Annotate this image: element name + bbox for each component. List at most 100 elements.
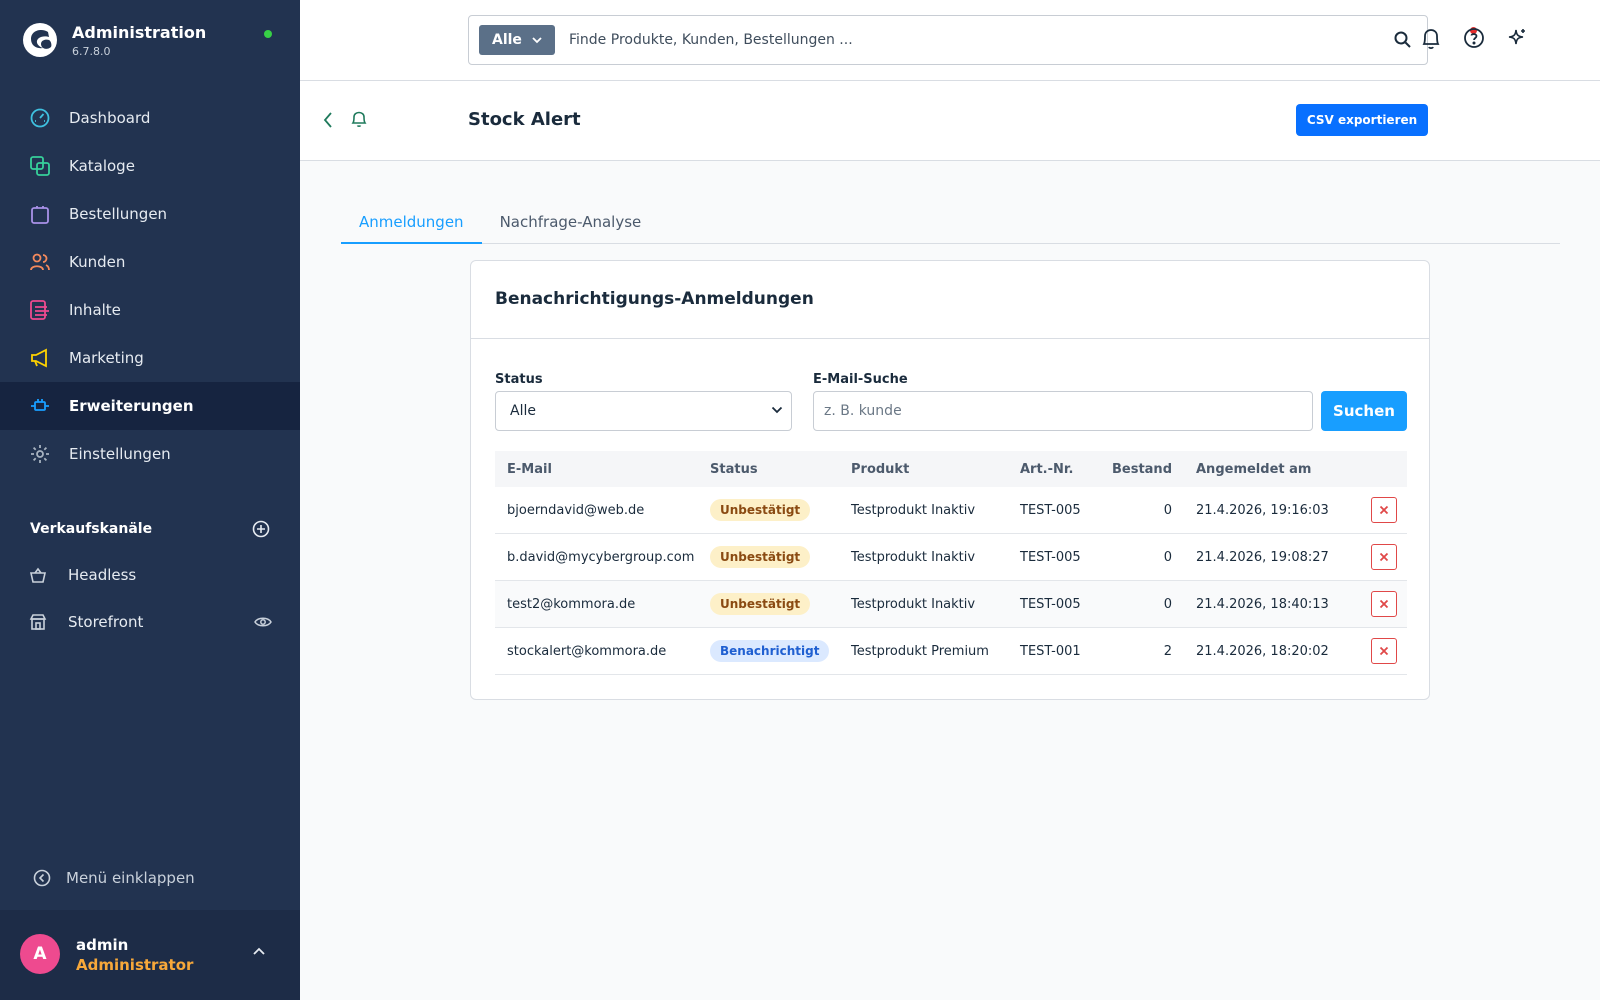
help-icon[interactable]: [1463, 27, 1485, 49]
cell-product: Testprodukt Premium: [851, 643, 989, 659]
chevron-down-icon: [771, 406, 783, 414]
sidebar-item-erweiterungen[interactable]: Erweiterungen: [0, 382, 300, 430]
sparkles-icon[interactable]: [1506, 27, 1528, 49]
table-row: stockalert@kommora.de Benachrichtigt Tes…: [495, 628, 1407, 675]
search-scope-label: Alle: [492, 32, 522, 48]
user-menu[interactable]: A admin Administrator: [0, 910, 300, 1000]
search-input[interactable]: [569, 26, 1349, 54]
global-search: Alle: [468, 15, 1428, 65]
cell-email: test2@kommora.de: [507, 596, 636, 612]
column-header-status[interactable]: Status: [710, 462, 851, 477]
shopware-logo-icon: [23, 23, 57, 57]
cell-stock: 2: [1163, 643, 1172, 659]
user-name: admin: [76, 936, 129, 954]
sidebar-item-kunden[interactable]: Kunden: [0, 238, 300, 286]
cell-product: Testprodukt Inaktiv: [851, 502, 976, 518]
column-header-product[interactable]: Produkt: [851, 462, 1020, 477]
search-scope-dropdown[interactable]: Alle: [479, 25, 555, 55]
catalog-icon: [28, 154, 52, 178]
brand[interactable]: Administration 6.7.8.0: [22, 22, 206, 58]
sidebar-item-label: Kataloge: [69, 157, 135, 175]
cell-date: 21.4.2026, 18:40:13: [1196, 596, 1329, 612]
cell-sku: TEST-001: [1020, 643, 1081, 659]
status-filter-select[interactable]: Alle: [495, 391, 792, 431]
sidebar-item-bestellungen[interactable]: Bestellungen: [0, 190, 300, 238]
cell-stock: 0: [1163, 502, 1172, 518]
sales-channel-headless[interactable]: Headless: [28, 563, 272, 587]
column-header-stock[interactable]: Bestand: [1104, 462, 1172, 477]
close-icon: [1379, 599, 1389, 609]
column-header-email[interactable]: E-Mail: [495, 462, 710, 477]
sidebar-item-marketing[interactable]: Marketing: [0, 334, 300, 382]
page-title: Stock Alert: [468, 109, 581, 130]
sidebar: Administration 6.7.8.0 Dashboard Katalog…: [0, 0, 300, 1000]
close-icon: [1379, 646, 1389, 656]
top-bar: Alle: [300, 0, 1600, 81]
sales-channels-title: Verkaufskanäle: [30, 521, 153, 537]
bell-icon[interactable]: [1420, 27, 1442, 51]
sales-channel-storefront[interactable]: Storefront: [28, 610, 272, 634]
collapse-menu-button[interactable]: Menü einklappen: [30, 866, 195, 890]
cell-date: 21.4.2026, 18:20:02: [1196, 643, 1329, 659]
online-status-dot: [264, 30, 272, 38]
collapse-menu-label: Menü einklappen: [66, 869, 195, 887]
cell-email: b.david@mycybergroup.com: [507, 549, 695, 565]
card-title: Benachrichtigungs-Anmeldungen: [495, 289, 814, 309]
eye-icon[interactable]: [254, 615, 272, 629]
tab-nachfrage-analyse[interactable]: Nachfrage-Analyse: [482, 205, 660, 244]
sidebar-item-label: Einstellungen: [69, 445, 171, 463]
column-header-date[interactable]: Angemeldet am: [1172, 462, 1332, 477]
sidebar-item-label: Dashboard: [69, 109, 151, 127]
status-badge: Unbestätigt: [710, 593, 811, 615]
basket-icon: [28, 563, 48, 587]
collapse-left-icon: [30, 866, 54, 890]
csv-export-button[interactable]: CSV exportieren: [1296, 104, 1428, 136]
cell-date: 21.4.2026, 19:16:03: [1196, 502, 1329, 518]
sidebar-item-label: Kunden: [69, 253, 126, 271]
store-icon: [28, 610, 48, 634]
sidebar-item-dashboard[interactable]: Dashboard: [0, 94, 300, 142]
cell-stock: 0: [1163, 549, 1172, 565]
close-icon: [1379, 552, 1389, 562]
close-icon: [1379, 505, 1389, 515]
sidebar-item-label: Inhalte: [69, 301, 121, 319]
add-circle-icon[interactable]: [252, 520, 270, 538]
cell-stock: 0: [1163, 596, 1172, 612]
table-row: b.david@mycybergroup.com Unbestätigt Tes…: [495, 534, 1407, 581]
status-badge: Benachrichtigt: [710, 640, 830, 662]
cell-product: Testprodukt Inaktiv: [851, 596, 976, 612]
back-chevron-icon[interactable]: [322, 111, 334, 129]
card-divider: [471, 338, 1429, 339]
table-row: test2@kommora.de Unbestätigt Testprodukt…: [495, 581, 1407, 628]
status-filter-value: Alle: [510, 403, 536, 419]
sidebar-item-label: Bestellungen: [69, 205, 168, 223]
column-header-sku[interactable]: Art.-Nr.: [1020, 462, 1104, 477]
delete-button[interactable]: [1371, 497, 1397, 523]
sales-channels-header: Verkaufskanäle: [30, 520, 270, 538]
plug-icon: [28, 394, 52, 418]
app-version: 6.7.8.0: [72, 44, 111, 58]
sidebar-item-kataloge[interactable]: Kataloge: [0, 142, 300, 190]
delete-button[interactable]: [1371, 638, 1397, 664]
module-bell-icon: [351, 111, 367, 128]
search-icon[interactable]: [1393, 30, 1413, 50]
cell-date: 21.4.2026, 19:08:27: [1196, 549, 1329, 565]
email-search-input[interactable]: [813, 391, 1313, 431]
user-role: Administrator: [76, 956, 194, 974]
sidebar-item-label: Marketing: [69, 349, 144, 367]
sidebar-item-label: Erweiterungen: [69, 397, 194, 415]
sidebar-item-einstellungen[interactable]: Einstellungen: [0, 430, 300, 478]
delete-button[interactable]: [1371, 544, 1397, 570]
avatar: A: [20, 934, 60, 974]
channel-label: Storefront: [68, 613, 144, 631]
tab-anmeldungen[interactable]: Anmeldungen: [341, 205, 482, 244]
table-header: E-Mail Status Produkt Art.-Nr. Bestand A…: [495, 451, 1407, 487]
search-button[interactable]: Suchen: [1321, 391, 1407, 431]
cell-sku: TEST-005: [1020, 502, 1081, 518]
megaphone-icon: [28, 346, 52, 370]
users-icon: [28, 250, 52, 274]
content-icon: [28, 298, 52, 322]
cell-product: Testprodukt Inaktiv: [851, 549, 976, 565]
delete-button[interactable]: [1371, 591, 1397, 617]
sidebar-item-inhalte[interactable]: Inhalte: [0, 286, 300, 334]
